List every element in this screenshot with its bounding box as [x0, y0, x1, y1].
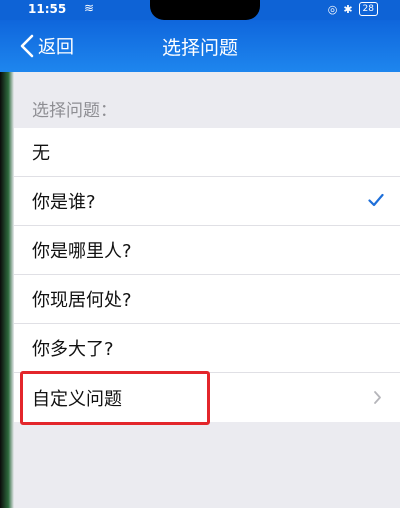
chevron-right-icon: [374, 391, 381, 404]
list-item-label: 你多大了?: [32, 339, 114, 360]
list-item-label: 你是谁?: [32, 192, 96, 213]
battery-icon: 28: [358, 2, 378, 16]
wifi-icon: ≋: [84, 1, 95, 15]
question-item-hometown[interactable]: 你是哪里人?: [14, 226, 400, 275]
left-bezel-edge: [0, 72, 14, 508]
list-item-label: 你现居何处?: [32, 290, 132, 311]
section-header: 选择问题：: [32, 101, 117, 121]
status-time: 11:55: [28, 2, 67, 16]
list-item-label: 无: [32, 143, 50, 164]
navigation-bar: 返回 选择问题: [0, 20, 400, 72]
list-item-label: 你是哪里人?: [32, 241, 132, 262]
question-item-none[interactable]: 无: [14, 128, 400, 177]
camera-notch: [150, 0, 260, 20]
screen: 11:55 ≋ ◎ ✱ 28 返回 选择问题 选择问题： 无 你是谁? 你是哪里…: [0, 0, 400, 508]
page-title: 选择问题: [161, 37, 238, 59]
status-bar: 11:55 ≋ ◎ ✱ 28: [0, 0, 400, 20]
status-icons: ◎ ✱ 28: [328, 2, 378, 16]
checkmark-icon: [368, 193, 384, 207]
bluetooth-icon: ✱: [343, 2, 353, 16]
question-item-residence[interactable]: 你现居何处?: [14, 275, 400, 324]
alarm-icon: ◎: [327, 2, 338, 16]
question-item-age[interactable]: 你多大了?: [14, 324, 400, 373]
question-item-who-are-you[interactable]: 你是谁?: [14, 177, 400, 226]
highlight-annotation-box: [20, 371, 210, 425]
